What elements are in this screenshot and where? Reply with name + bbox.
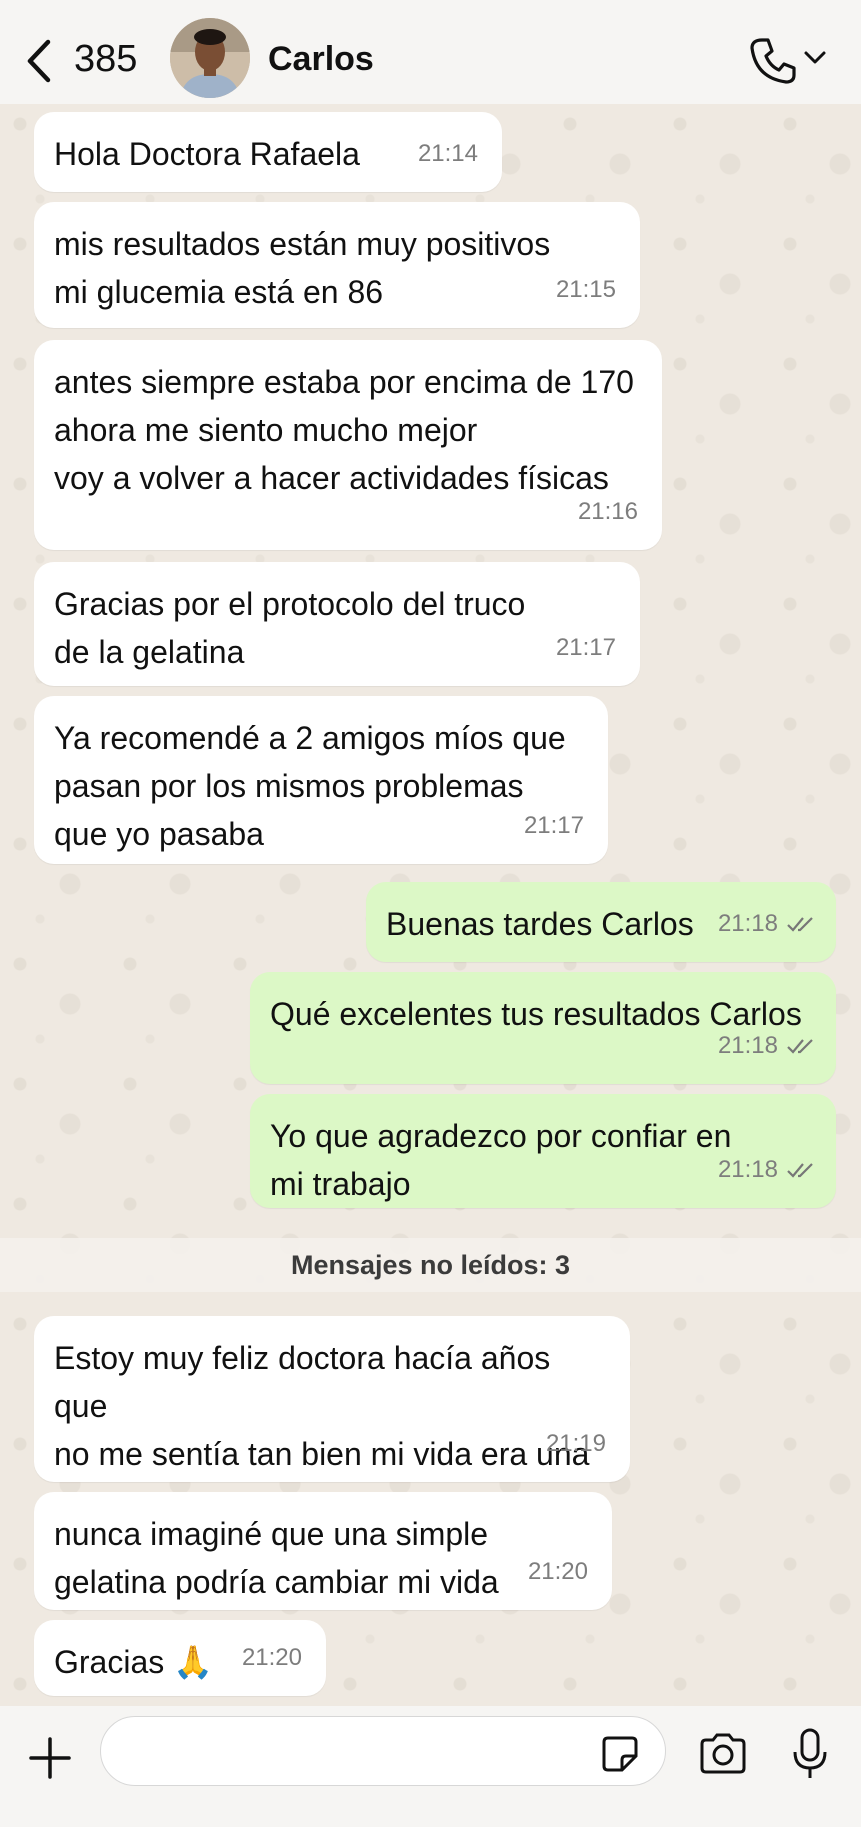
avatar[interactable] <box>170 18 250 98</box>
message-text: antes siempre estaba por encima de 170 a… <box>54 364 634 496</box>
message-time: 21:20 <box>241 1644 302 1671</box>
message-bubble[interactable]: Buenas tardes Carlos 21:18 <box>366 882 836 962</box>
double-check-icon <box>787 1039 813 1054</box>
message-text: Ya recomendé a 2 amigos míos que pasan p… <box>54 720 566 852</box>
message-time: 21:18 <box>718 1022 816 1070</box>
message-bubble[interactable]: Estoy muy feliz doctora hacía años que n… <box>34 1316 630 1568</box>
message-time: 21:14 <box>417 140 478 167</box>
message-bubble[interactable]: Ya recomendé a 2 amigos míos que pasan p… <box>34 696 608 864</box>
sticker-icon[interactable] <box>600 1734 640 1774</box>
contact-name[interactable]: Carlos <box>268 40 374 79</box>
message-time: 21:18 <box>718 900 816 948</box>
message-bubble[interactable]: Gracias 🙏 21:20 <box>34 1620 326 1696</box>
message-bubble[interactable]: nunca imaginé que una simple gelatina po… <box>34 1492 612 1610</box>
composer-bar <box>0 1706 861 1827</box>
unread-chat-count[interactable]: 385 <box>74 38 137 81</box>
message-time: 21:17 <box>555 634 616 661</box>
double-check-icon <box>787 1163 813 1178</box>
message-text: nunca imaginé que una simple gelatina po… <box>54 1516 499 1600</box>
voice-call-icon[interactable] <box>748 36 798 86</box>
message-text: Gracias por el protocolo del truco de la… <box>54 586 526 670</box>
camera-icon[interactable] <box>698 1732 748 1774</box>
unread-label: Mensajes no leídos: 3 <box>290 1249 571 1280</box>
message-bubble[interactable]: antes siempre estaba por encima de 170 a… <box>34 340 662 550</box>
chevron-down-icon[interactable] <box>803 50 827 66</box>
message-bubble[interactable]: Qué excelentes tus resultados Carlos 21:… <box>250 972 836 1084</box>
message-time: 21:16 <box>577 498 638 525</box>
message-time: 21:15 <box>555 276 616 303</box>
plus-icon[interactable] <box>28 1736 72 1780</box>
message-bubble[interactable]: Yo que agradezco por confiar en mi traba… <box>250 1094 836 1208</box>
microphone-icon[interactable] <box>792 1728 828 1780</box>
message-time: 21:19 <box>545 1430 606 1457</box>
message-input[interactable] <box>100 1716 666 1786</box>
message-bubble[interactable]: Gracias por el protocolo del truco de la… <box>34 562 640 686</box>
message-time: 21:20 <box>527 1558 588 1585</box>
back-chevron-icon[interactable] <box>24 38 54 84</box>
message-bubble[interactable]: mis resultados están muy positivos mi gl… <box>34 202 640 328</box>
message-time: 21:18 <box>718 1146 816 1194</box>
message-text: mis resultados están muy positivos mi gl… <box>54 226 551 310</box>
message-bubble[interactable]: Hola Doctora Rafaela 21:14 <box>34 112 502 192</box>
chat-header: 385 Carlos <box>0 0 861 104</box>
unread-messages-divider: Mensajes no leídos: 3 <box>0 1238 861 1292</box>
message-time: 21:17 <box>523 812 584 839</box>
double-check-icon <box>787 917 813 932</box>
